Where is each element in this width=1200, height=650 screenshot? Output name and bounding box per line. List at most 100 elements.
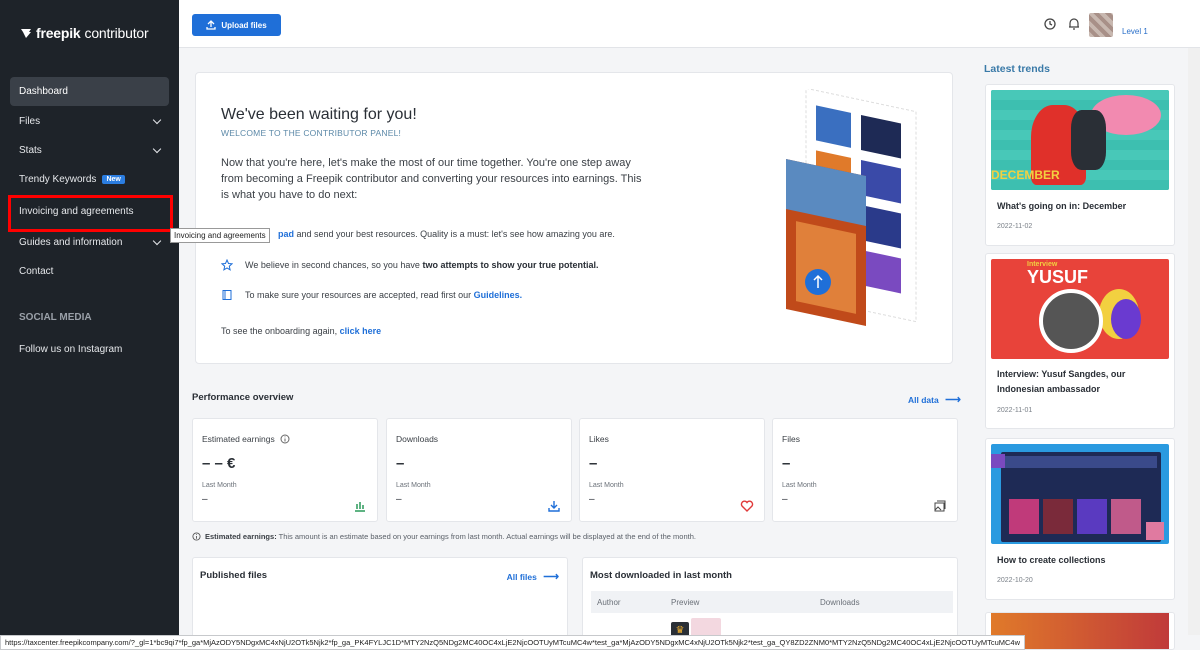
step-text: To make sure your resources are accepted…	[245, 290, 474, 300]
card-sub-value: –	[396, 494, 402, 505]
note-text: This amount is an estimate based on your…	[276, 532, 696, 541]
heart-icon	[740, 500, 754, 512]
chevron-down-icon	[152, 236, 162, 245]
card-value: –	[396, 455, 405, 472]
sidebar-item-files[interactable]: Files	[10, 107, 169, 136]
trend-image: Interview YUSUF	[991, 259, 1169, 359]
all-data-link[interactable]: All data ⟶	[908, 393, 961, 406]
chevron-down-icon	[152, 144, 162, 153]
card-sub-label: Last Month	[782, 482, 817, 489]
card-sub-label: Last Month	[202, 482, 237, 489]
upload-link[interactable]: pad	[278, 229, 294, 239]
trend-image-text: YUSUF	[1027, 267, 1089, 287]
all-files-label: All files	[506, 572, 537, 582]
arrow-right-icon: ⟶	[543, 571, 559, 583]
card-label: Likes	[589, 434, 609, 444]
all-data-label: All data	[908, 395, 939, 405]
step-attempts: We believe in second chances, so you hav…	[221, 259, 598, 271]
onboarding-label: To see the onboarding again,	[221, 326, 340, 336]
trend-card-interview[interactable]: Interview YUSUF Interview: Yusuf Sangdes…	[985, 253, 1175, 429]
freepik-logo[interactable]: freepik contributor	[20, 25, 149, 41]
welcome-intro: Now that you're here, let's make the mos…	[221, 157, 642, 201]
note-bold: Estimated earnings:	[205, 532, 277, 541]
card-label: Estimated earnings	[202, 434, 275, 444]
history-icon[interactable]	[1043, 17, 1057, 31]
guidelines-link[interactable]: Guidelines.	[474, 290, 523, 300]
card-sub-value: –	[202, 494, 208, 505]
trend-image: DECEMBER	[991, 90, 1169, 190]
tooltip: Invoicing and agreements	[170, 228, 270, 243]
instagram-link[interactable]: Follow us on Instagram	[19, 344, 122, 355]
sidebar: freepik contributor Dashboard Files Stats…	[0, 0, 179, 650]
trend-title: How to create collections	[997, 555, 1106, 565]
col-downloads: Downloads	[820, 597, 860, 607]
user-level[interactable]: Level 1	[1122, 27, 1148, 36]
step-upload: pad and send your best resources. Qualit…	[278, 229, 615, 239]
onboarding-link[interactable]: click here	[340, 326, 382, 336]
upload-files-button[interactable]: Upload files	[192, 14, 281, 36]
card-downloads: Downloads – Last Month –	[386, 418, 572, 522]
logo-text-bold: freepik	[36, 25, 81, 41]
sidebar-item-label: Trendy Keywords	[19, 174, 97, 185]
onboarding-text: To see the onboarding again, click here	[221, 326, 381, 336]
sidebar-item-label: Dashboard	[19, 86, 68, 97]
star-icon	[221, 259, 233, 271]
card-label: Downloads	[396, 434, 439, 444]
sidebar-nav: Dashboard Files Stats Trendy Keywords Ne…	[10, 77, 169, 286]
trend-date: 2022-10-20	[997, 577, 1033, 584]
sidebar-item-guides[interactable]: Guides and information	[10, 228, 169, 257]
card-label-row: Estimated earnings	[202, 434, 290, 444]
logo-text-light: contributor	[84, 25, 149, 41]
sidebar-item-trendy-keywords[interactable]: Trendy Keywords New	[10, 165, 169, 194]
bell-icon[interactable]	[1067, 17, 1081, 31]
bar-chart-icon	[355, 502, 365, 512]
step-text: and send your best resources. Quality is…	[294, 229, 615, 239]
step-text: We believe in second chances, so you hav…	[245, 260, 423, 270]
card-likes: Likes – Last Month –	[579, 418, 765, 522]
trend-card-december[interactable]: DECEMBER What's going on in: December 20…	[985, 84, 1175, 246]
trend-date: 2022-11-02	[997, 223, 1033, 230]
upload-icon	[206, 20, 216, 30]
col-author: Author	[597, 597, 621, 607]
social-media-heading: SOCIAL MEDIA	[19, 312, 92, 323]
performance-title: Performance overview	[192, 392, 294, 403]
trend-title: What's going on in: December	[997, 201, 1127, 211]
card-sub-label: Last Month	[396, 482, 431, 489]
topbar: Upload files Level 1	[179, 0, 1200, 48]
new-badge: New	[102, 175, 125, 184]
trend-title: Interview: Yusuf Sangdes, our Indonesian…	[997, 369, 1126, 394]
download-icon	[548, 501, 560, 512]
card-earnings: Estimated earnings – – € Last Month –	[192, 418, 378, 522]
step-guidelines: To make sure your resources are accepted…	[221, 289, 522, 301]
welcome-subtitle: WELCOME TO THE CONTRIBUTOR PANEL!	[221, 128, 402, 138]
sidebar-item-label: Stats	[19, 145, 42, 156]
sidebar-item-label: Contact	[19, 266, 54, 277]
sidebar-item-stats[interactable]: Stats	[10, 136, 169, 165]
chevron-down-icon	[152, 115, 162, 124]
book-icon	[222, 290, 232, 300]
upload-label: Upload files	[221, 20, 267, 30]
stacked-photos-illustration	[786, 89, 917, 327]
welcome-title: We've been waiting for you!	[221, 106, 417, 123]
table-header: Author Preview Downloads	[591, 591, 953, 613]
latest-trends-title: Latest trends	[984, 63, 1050, 75]
arrow-right-icon: ⟶	[945, 394, 961, 406]
sidebar-item-contact[interactable]: Contact	[10, 257, 169, 286]
images-icon	[934, 500, 946, 512]
card-sub-label: Last Month	[589, 482, 624, 489]
all-files-link[interactable]: All files ⟶	[507, 570, 559, 583]
sidebar-item-label: Guides and information	[19, 237, 123, 248]
trend-card-collections[interactable]: How to create collections 2022-10-20	[985, 438, 1175, 600]
most-downloaded-title: Most downloaded in last month	[590, 570, 732, 581]
freepik-logo-icon	[21, 29, 31, 38]
earnings-note: Estimated earnings: This amount is an es…	[192, 532, 696, 541]
card-value: –	[589, 455, 598, 472]
info-icon[interactable]	[280, 434, 290, 444]
scrollbar[interactable]	[1188, 48, 1200, 635]
step-text-bold: two attempts to show your true potential…	[422, 260, 599, 270]
trend-image	[991, 444, 1169, 544]
card-label: Files	[782, 434, 800, 444]
sidebar-item-dashboard[interactable]: Dashboard	[10, 77, 169, 106]
welcome-card: We've been waiting for you! WELCOME TO T…	[195, 72, 953, 364]
avatar[interactable]	[1089, 13, 1113, 37]
